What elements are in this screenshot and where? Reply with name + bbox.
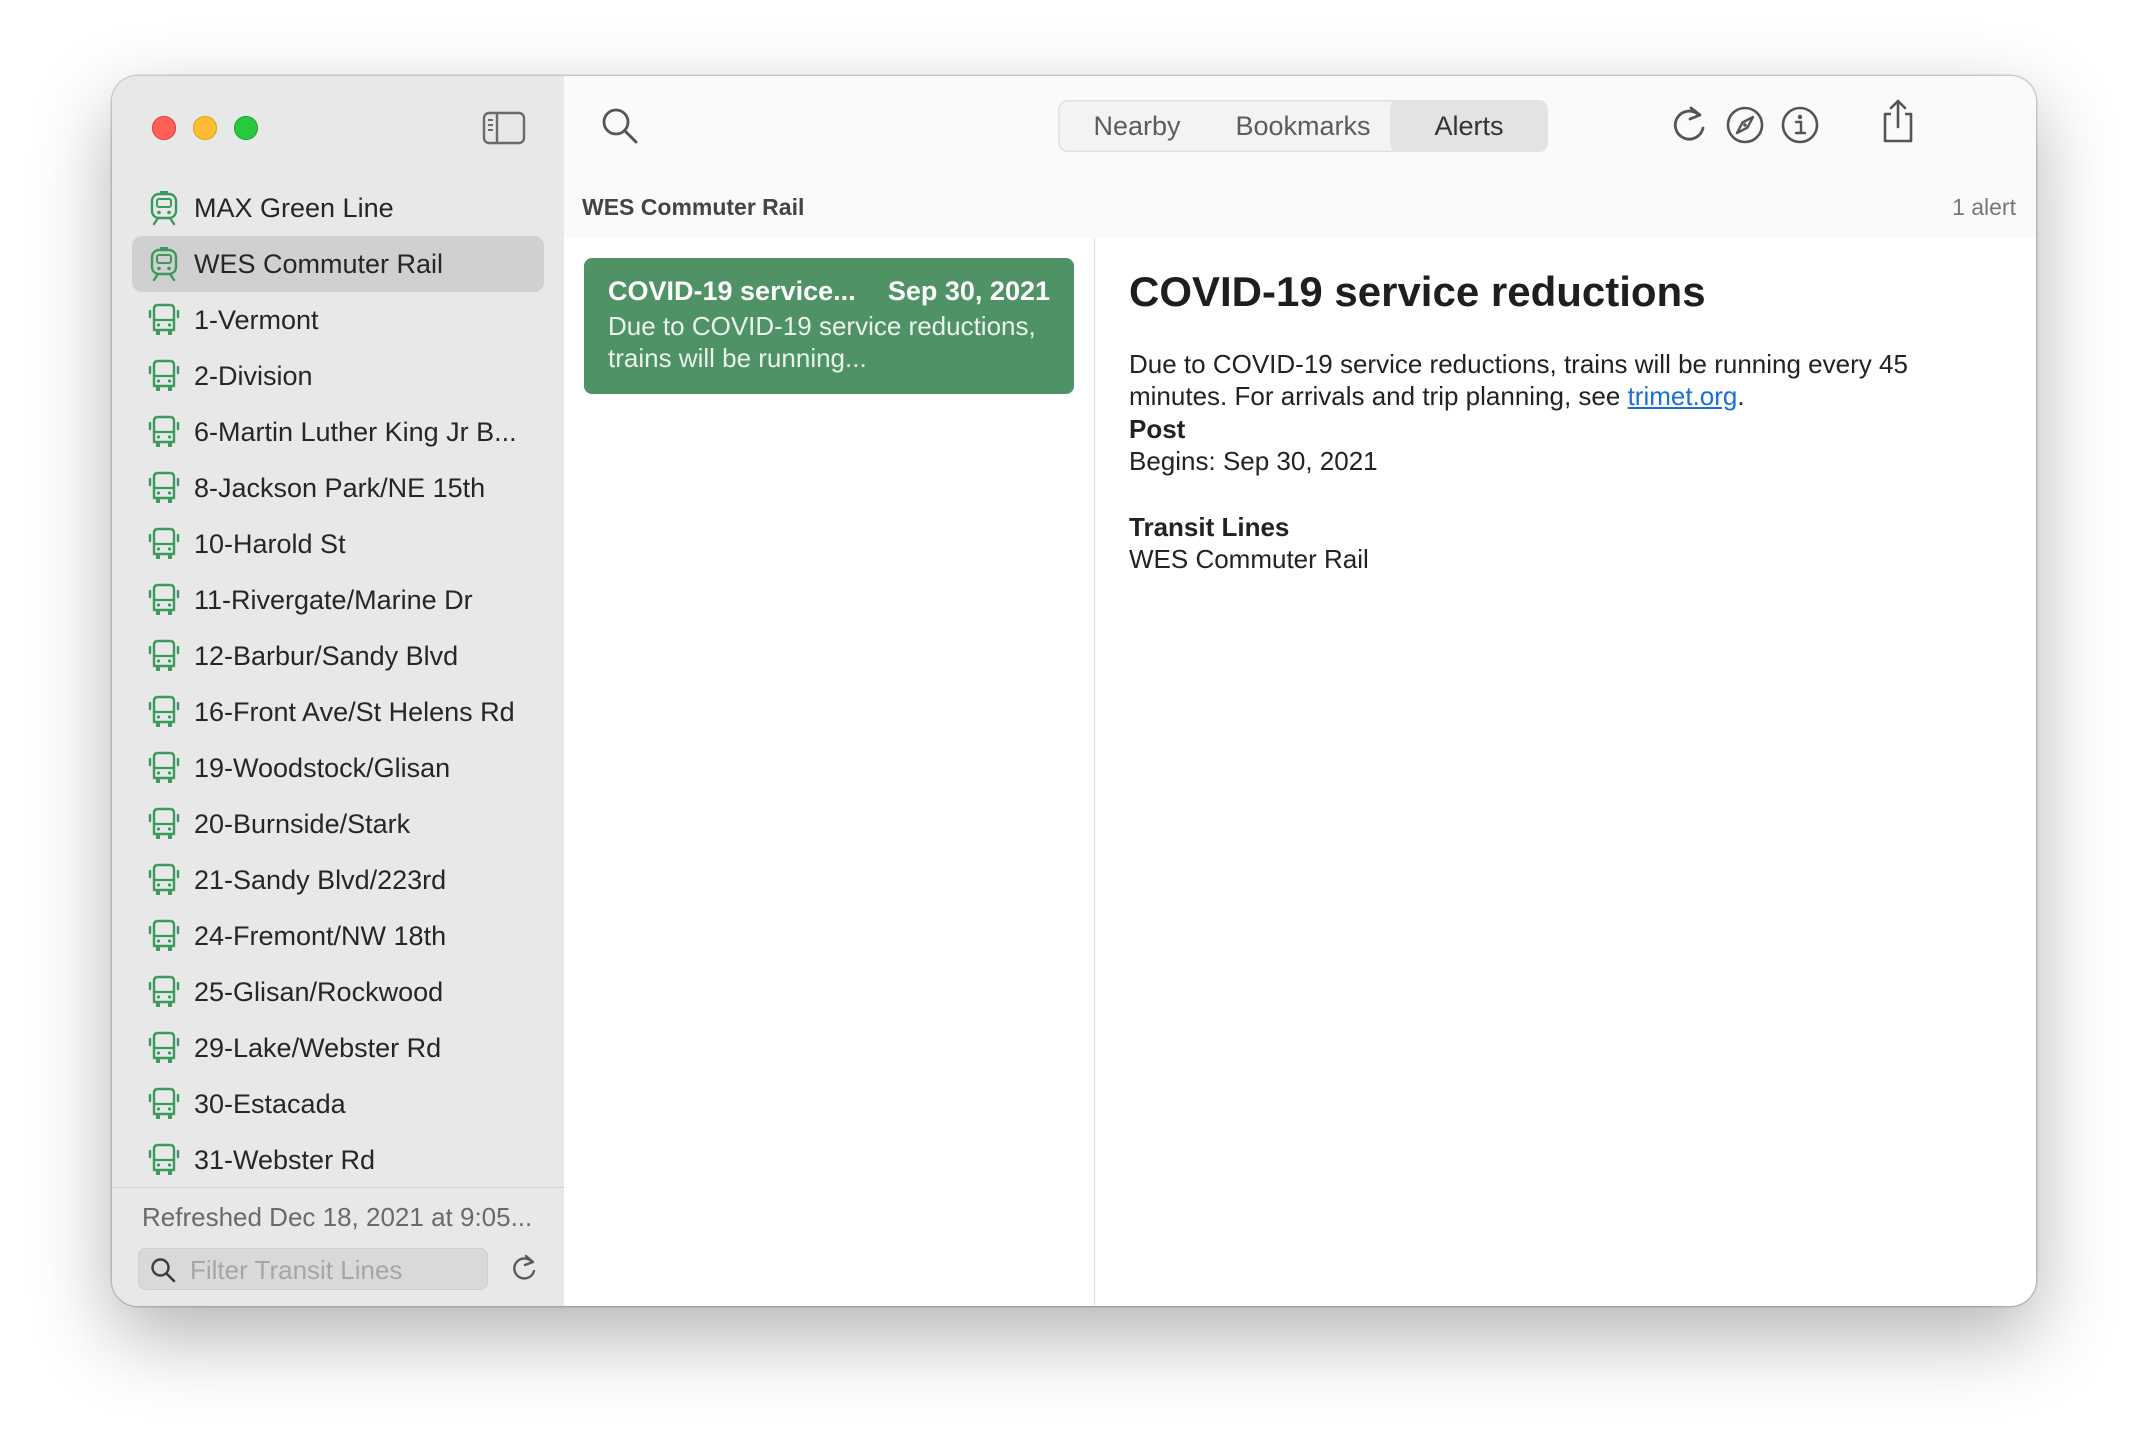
refresh-status: Refreshed Dec 18, 2021 at 9:05...	[142, 1202, 533, 1232]
detail-body: Due to COVID-19 service reductions, trai…	[1129, 348, 1999, 412]
sidebar-line-label: 8-Jackson Park/NE 15th	[194, 472, 486, 503]
compass-icon[interactable]	[1725, 105, 1765, 150]
sidebar-line-label: 2-Division	[194, 360, 313, 391]
sidebar: MAX Green Line WES Commuter Rail 1-Vermo…	[112, 76, 565, 1306]
sidebar-line-item[interactable]: 24-Fremont/NW 18th	[132, 908, 544, 964]
app-window: MAX Green Line WES Commuter Rail 1-Vermo…	[112, 76, 2036, 1306]
sidebar-line-label: 30-Estacada	[194, 1088, 346, 1119]
bus-icon	[148, 582, 180, 618]
sidebar-footer: Refreshed Dec 18, 2021 at 9:05...	[112, 1187, 564, 1306]
alert-list-header: WES Commuter Rail 1 alert	[564, 180, 2036, 239]
sidebar-line-label: 10-Harold St	[194, 528, 346, 559]
toolbar: Nearby Bookmarks Alerts	[564, 76, 2036, 181]
sidebar-line-item[interactable]: WES Commuter Rail	[132, 236, 544, 292]
sidebar-line-item[interactable]: 11-Rivergate/Marine Dr	[132, 572, 544, 628]
sidebar-line-item[interactable]: 2-Division	[132, 348, 544, 404]
window-controls	[152, 116, 258, 140]
sidebar-line-label: 1-Vermont	[194, 304, 319, 335]
sidebar-line-item[interactable]: MAX Green Line	[132, 180, 544, 236]
sidebar-line-label: 21-Sandy Blvd/223rd	[194, 864, 447, 895]
close-window-button[interactable]	[152, 116, 176, 140]
detail-title: COVID-19 service reductions	[1129, 268, 1706, 315]
sidebar-line-label: 19-Woodstock/Glisan	[194, 752, 451, 783]
sidebar-line-label: 20-Burnside/Stark	[194, 808, 411, 839]
sidebar-line-item[interactable]: 25-Glisan/Rockwood	[132, 964, 544, 1020]
bus-icon	[148, 358, 180, 394]
sidebar-line-item[interactable]: 10-Harold St	[132, 516, 544, 572]
bus-icon	[148, 414, 180, 450]
refresh-icon[interactable]	[1670, 105, 1708, 150]
detail-body-text: Due to COVID-19 service reductions, trai…	[1129, 349, 1908, 411]
sidebar-line-item[interactable]: 8-Jackson Park/NE 15th	[132, 460, 544, 516]
tram-icon	[148, 190, 180, 226]
alert-card[interactable]: COVID-19 service... Sep 30, 2021 Due to …	[584, 258, 1074, 394]
transit-line-list: MAX Green Line WES Commuter Rail 1-Vermo…	[112, 180, 564, 1188]
info-icon[interactable]	[1780, 105, 1820, 150]
bus-icon	[148, 302, 180, 338]
sidebar-line-item[interactable]: 12-Barbur/Sandy Blvd	[132, 628, 544, 684]
minimize-window-button[interactable]	[193, 116, 217, 140]
sidebar-line-item[interactable]: 16-Front Ave/St Helens Rd	[132, 684, 544, 740]
sidebar-line-item[interactable]: 30-Estacada	[132, 1076, 544, 1132]
sidebar-line-item[interactable]: 29-Lake/Webster Rd	[132, 1020, 544, 1076]
search-icon[interactable]	[600, 106, 640, 151]
bus-icon	[148, 1086, 180, 1122]
filter-field[interactable]	[138, 1248, 488, 1290]
sidebar-line-label: 25-Glisan/Rockwood	[194, 976, 444, 1007]
sidebar-line-label: WES Commuter Rail	[194, 248, 444, 279]
sidebar-line-item[interactable]: 1-Vermont	[132, 292, 544, 348]
sidebar-line-label: 12-Barbur/Sandy Blvd	[194, 640, 459, 671]
search-icon	[151, 1258, 176, 1283]
bus-icon	[148, 1030, 180, 1066]
transit-lines-value: WES Commuter Rail	[1129, 544, 1369, 574]
sidebar-line-item[interactable]: 21-Sandy Blvd/223rd	[132, 852, 544, 908]
bus-icon	[148, 526, 180, 562]
alert-count: 1 alert	[1952, 194, 2016, 220]
bus-icon	[148, 918, 180, 954]
filter-transit-lines-input[interactable]	[188, 1250, 482, 1290]
bus-icon	[148, 806, 180, 842]
sidebar-line-label: 16-Front Ave/St Helens Rd	[194, 696, 515, 727]
sidebar-line-item[interactable]: 20-Burnside/Stark	[132, 796, 544, 852]
reload-icon[interactable]	[510, 1254, 538, 1289]
view-segmented-control: Nearby Bookmarks Alerts	[1058, 100, 1548, 152]
sidebar-line-item[interactable]: 6-Martin Luther King Jr B...	[132, 404, 544, 460]
transit-lines-heading: Transit Lines	[1129, 512, 1290, 542]
bus-icon	[148, 638, 180, 674]
zoom-window-button[interactable]	[234, 116, 258, 140]
trimet-link[interactable]: trimet.org	[1628, 381, 1738, 411]
tab-bookmarks[interactable]: Bookmarks	[1216, 100, 1390, 152]
sidebar-line-label: MAX Green Line	[194, 192, 394, 223]
bus-icon	[148, 862, 180, 898]
alert-card-preview: Due to COVID-19 service reductions, trai…	[608, 311, 1036, 373]
sidebar-line-label: 6-Martin Luther King Jr B...	[194, 416, 517, 447]
sidebar-line-item[interactable]: 31-Webster Rd	[132, 1132, 544, 1188]
bus-icon	[148, 974, 180, 1010]
sidebar-toggle-icon[interactable]	[482, 110, 526, 146]
post-heading: Post	[1129, 414, 1186, 444]
sidebar-line-label: 29-Lake/Webster Rd	[194, 1032, 442, 1063]
bus-icon	[148, 470, 180, 506]
alert-card-title: COVID-19 service...	[608, 276, 856, 306]
post-begins: Begins: Sep 30, 2021	[1129, 446, 1378, 476]
alert-list: COVID-19 service... Sep 30, 2021 Due to …	[564, 238, 1095, 1306]
bus-icon	[148, 694, 180, 730]
sidebar-line-label: 24-Fremont/NW 18th	[194, 920, 447, 951]
detail-body-end: .	[1737, 381, 1745, 411]
sidebar-line-label: 11-Rivergate/Marine Dr	[194, 584, 473, 615]
tram-icon	[148, 246, 180, 282]
tab-nearby[interactable]: Nearby	[1058, 100, 1216, 152]
tab-alerts[interactable]: Alerts	[1390, 100, 1548, 152]
bus-icon	[148, 1142, 180, 1178]
alert-card-date: Sep 30, 2021	[887, 276, 1050, 306]
share-icon[interactable]	[1880, 98, 1916, 149]
sidebar-line-label: 31-Webster Rd	[194, 1144, 376, 1175]
selected-line-title: WES Commuter Rail	[582, 194, 805, 220]
alert-detail: COVID-19 service reductions Due to COVID…	[1095, 238, 2036, 1306]
bus-icon	[148, 750, 180, 786]
sidebar-line-item[interactable]: 19-Woodstock/Glisan	[132, 740, 544, 796]
